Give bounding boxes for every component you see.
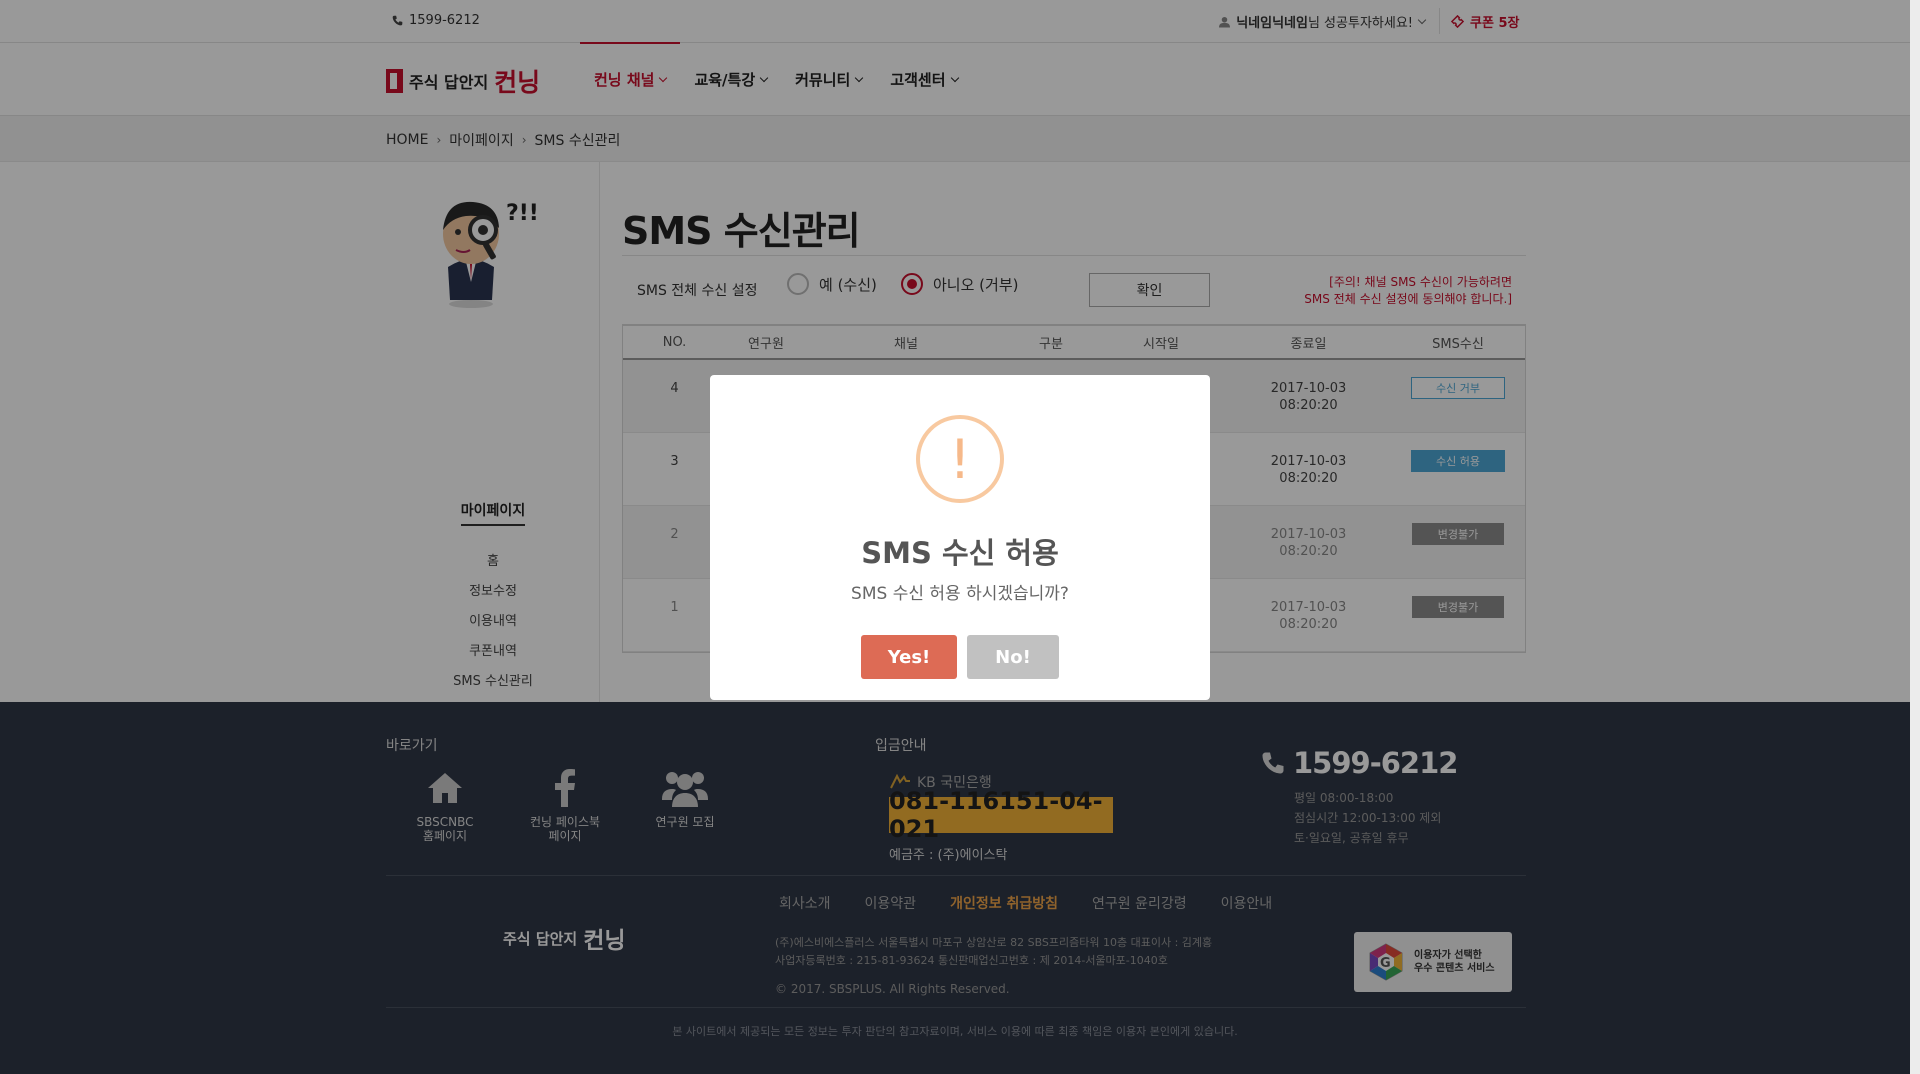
dialog-message: SMS 수신 허용 하시겠습니까? [851, 584, 1069, 604]
warning-icon: ! [916, 415, 1004, 503]
confirm-dialog: ! SMS 수신 허용 SMS 수신 허용 하시겠습니까? Yes! No! [710, 375, 1210, 700]
dialog-title: SMS 수신 허용 [861, 536, 1059, 570]
dialog-buttons: Yes! No! [710, 635, 1210, 679]
no-button[interactable]: No! [967, 635, 1059, 679]
yes-button[interactable]: Yes! [861, 635, 957, 679]
scrollbar[interactable] [1910, 0, 1920, 1074]
